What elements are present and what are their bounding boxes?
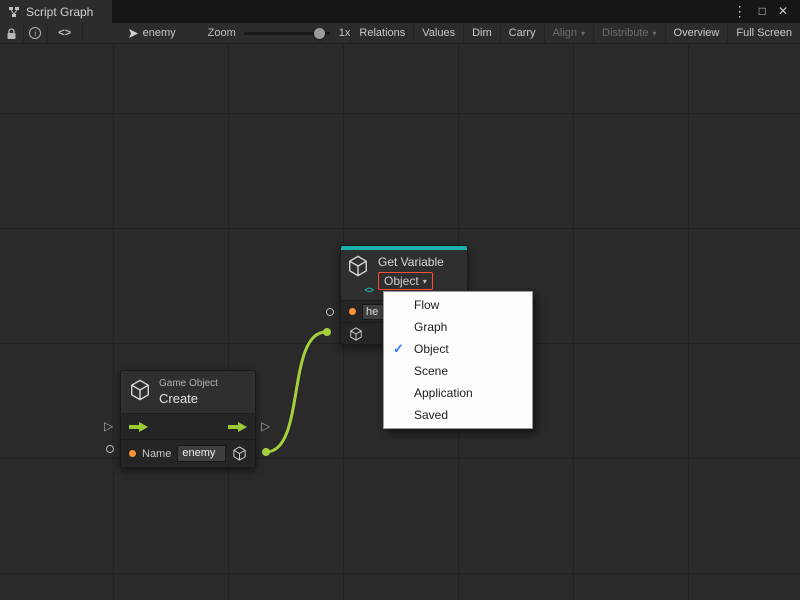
name-field-label: Name [142, 448, 171, 460]
info-button[interactable]: i [24, 23, 48, 43]
overview-button[interactable]: Overview [665, 23, 728, 43]
menu-item-object[interactable]: ✓ Object [384, 338, 532, 360]
zoom-control: Zoom 1x [208, 23, 351, 43]
chevron-down-icon: ▾ [423, 277, 427, 286]
node-title: Create [159, 391, 218, 406]
string-port-icon[interactable] [349, 308, 356, 315]
title-bar: Script Graph ⋮ □ ✕ [0, 0, 800, 23]
string-port-icon[interactable] [129, 450, 136, 457]
menu-item-graph[interactable]: Graph [384, 316, 532, 338]
zoom-label: Zoom [208, 27, 236, 39]
zoom-slider-knob[interactable] [314, 28, 325, 39]
code-icon: <> [58, 27, 71, 39]
window-menu-icon[interactable]: ⋮ [727, 0, 753, 23]
graph-name: enemy [143, 27, 176, 39]
flow-in-arrow-icon[interactable] [129, 422, 148, 432]
menu-item-saved[interactable]: Saved [384, 404, 532, 426]
name-input-port[interactable] [106, 445, 114, 453]
flow-input-port[interactable]: ▷ [104, 420, 113, 432]
graph-canvas[interactable]: <> Get Variable Object ▾ he [0, 44, 800, 600]
graph-tab-icon [8, 6, 20, 18]
lock-button[interactable] [0, 23, 24, 43]
variable-cube-icon: <> [347, 255, 371, 294]
zoom-slider[interactable] [244, 32, 330, 35]
distribute-button[interactable]: Distribute ▾ [593, 23, 664, 43]
object-port-icon[interactable] [232, 446, 247, 461]
chevron-down-icon: ▾ [653, 29, 657, 38]
zoom-value: 1x [339, 27, 351, 39]
node-title: Get Variable [378, 255, 444, 269]
chevron-down-icon: ▾ [581, 29, 585, 38]
relations-button[interactable]: Relations [350, 23, 413, 43]
name-row: Name enemy [121, 439, 255, 467]
dim-button[interactable]: Dim [463, 23, 500, 43]
flow-out-arrow-icon[interactable] [228, 422, 247, 432]
graph-breadcrumb[interactable]: enemy [123, 23, 182, 43]
tab-label: Script Graph [26, 5, 93, 19]
graph-pointer-icon [129, 29, 138, 38]
maximize-icon[interactable]: □ [753, 0, 772, 23]
create-game-object-node[interactable]: Game Object Create Name enemy [120, 370, 256, 468]
flow-output-port[interactable]: ▷ [261, 420, 270, 432]
full-screen-button[interactable]: Full Screen [727, 23, 800, 43]
close-icon[interactable]: ✕ [772, 0, 794, 23]
window-controls: ⋮ □ ✕ [727, 0, 800, 23]
values-button[interactable]: Values [413, 23, 463, 43]
variable-scope-dropdown[interactable]: Object ▾ [378, 272, 433, 290]
tab-script-graph[interactable]: Script Graph [0, 0, 112, 23]
align-button[interactable]: Align ▾ [544, 23, 593, 43]
create-node-header: Game Object Create [121, 371, 255, 413]
menu-item-flow[interactable]: Flow [384, 294, 532, 316]
graph-toolbar: i <> enemy Zoom 1x Relations Values Dim … [0, 23, 800, 44]
scope-selected: Object [384, 274, 419, 288]
info-icon: i [29, 27, 41, 39]
node-category: Game Object [159, 378, 218, 389]
menu-item-application[interactable]: Application [384, 382, 532, 404]
lock-icon [6, 27, 17, 40]
flow-row [121, 413, 255, 439]
scope-dropdown-menu: Flow Graph ✓ Object Scene Application Sa… [383, 291, 533, 429]
carry-button[interactable]: Carry [500, 23, 544, 43]
edit-script-button[interactable]: <> [48, 23, 83, 43]
menu-item-scene[interactable]: Scene [384, 360, 532, 382]
name-field[interactable]: enemy [177, 445, 226, 462]
game-object-cube-icon [129, 378, 151, 402]
code-badge-icon: <> [364, 285, 373, 295]
check-icon: ✓ [393, 338, 404, 360]
toolbar-buttons: Relations Values Dim Carry Align ▾ Distr… [350, 23, 800, 43]
get-variable-input-port[interactable] [326, 308, 334, 316]
object-port-icon[interactable] [349, 327, 363, 341]
